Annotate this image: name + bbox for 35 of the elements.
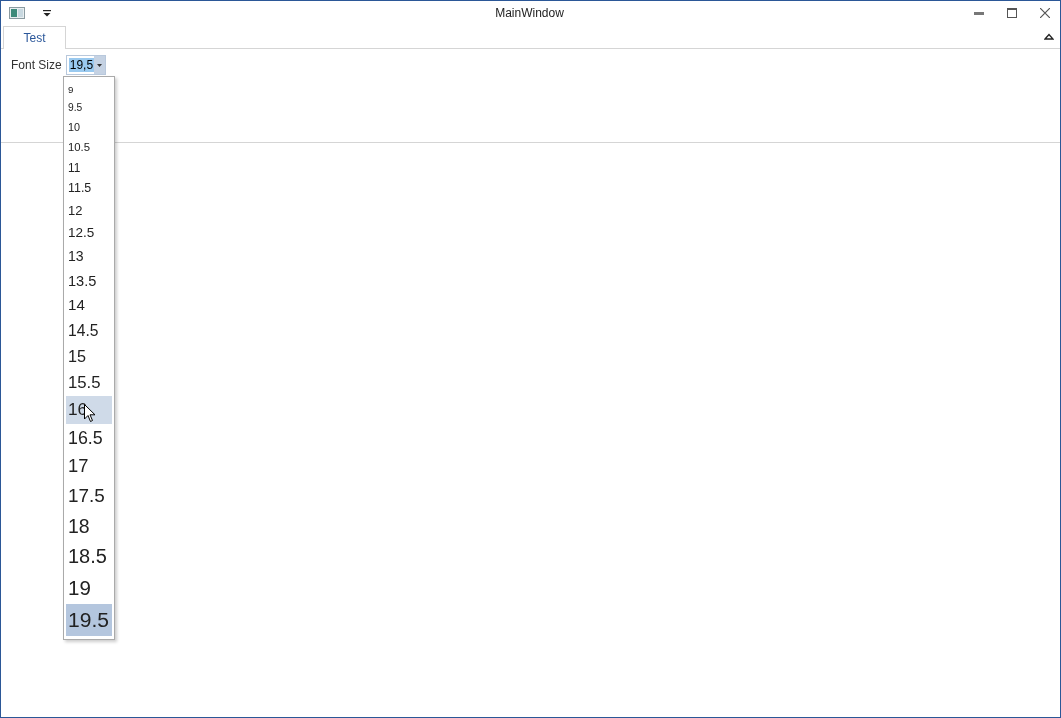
font-size-option[interactable]: 14	[66, 292, 112, 318]
font-size-option[interactable]: 12.5	[66, 222, 112, 246]
mouse-pointer-icon	[84, 404, 96, 424]
font-size-option[interactable]: 13	[66, 245, 112, 269]
maximize-icon[interactable]	[1007, 8, 1017, 18]
caret-icon	[96, 63, 102, 67]
font-size-option[interactable]: 11	[66, 157, 112, 179]
font-size-option[interactable]: 16.5	[66, 424, 112, 453]
font-size-option[interactable]: 19.5	[66, 603, 112, 637]
font-size-option[interactable]: 14.5	[66, 317, 112, 344]
collapse-ribbon-icon[interactable]	[1044, 33, 1054, 40]
font-size-option[interactable]: 15.5	[66, 369, 112, 397]
ribbon-tab[interactable]: Test	[3, 26, 66, 49]
quick-access-menu-icon[interactable]	[43, 9, 51, 17]
window-title: MainWindow	[495, 6, 564, 20]
font-size-option[interactable]: 18	[66, 510, 112, 542]
font-size-option[interactable]: 18.5	[66, 541, 112, 573]
dropdown-button[interactable]	[94, 56, 105, 74]
font-size-option[interactable]: 13.5	[66, 268, 112, 293]
font-size-option[interactable]: 11.5	[66, 178, 112, 200]
font-size-option[interactable]: 10	[66, 117, 112, 138]
font-size-combobox[interactable]: 19,5	[65, 55, 106, 75]
font-size-option[interactable]: 9.5	[66, 99, 112, 118]
font-size-option[interactable]: 15	[66, 343, 112, 370]
close-icon[interactable]	[1040, 8, 1050, 18]
font-size-option[interactable]: 17	[66, 452, 112, 482]
font-size-option[interactable]: 12	[66, 200, 112, 223]
minimize-icon[interactable]	[974, 11, 984, 15]
font-size-option[interactable]: 9	[66, 81, 112, 100]
font-size-label: Font Size	[11, 58, 62, 72]
font-size-option[interactable]: 19	[66, 572, 112, 604]
font-size-option[interactable]: 17.5	[66, 481, 112, 511]
app-icon[interactable]	[9, 7, 25, 19]
font-size-option[interactable]: 10.5	[66, 137, 112, 158]
font-size-value: 19,5	[68, 58, 95, 72]
